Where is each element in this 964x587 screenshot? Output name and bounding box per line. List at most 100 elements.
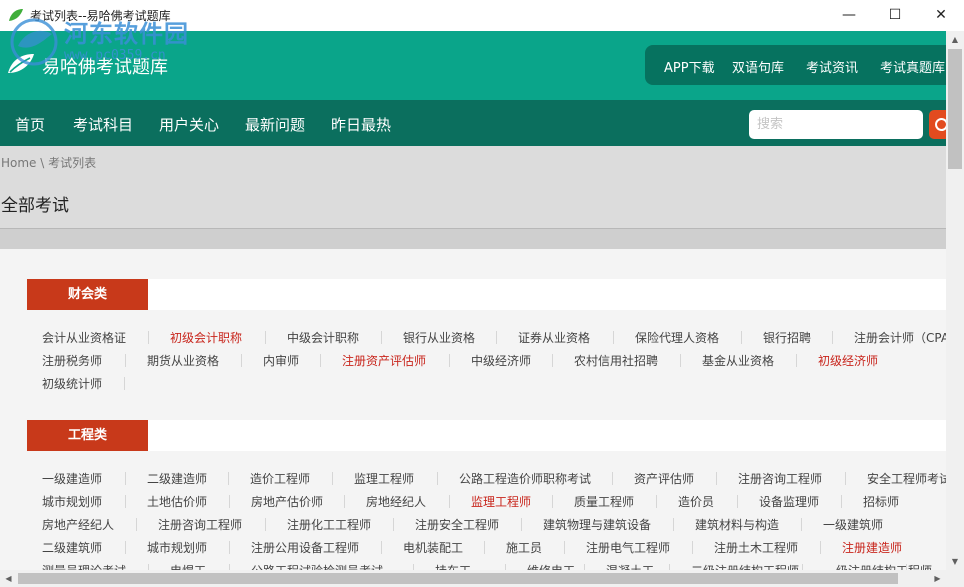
horizontal-scrollbar[interactable]: ◀ ▶ — [0, 570, 946, 587]
search-input[interactable] — [749, 110, 923, 139]
exam-link[interactable]: 公路工程造价师职称考试 — [459, 470, 591, 487]
nav-subjects[interactable]: 考试科目 — [73, 114, 133, 135]
exam-separator — [228, 472, 229, 485]
exam-link[interactable]: 监理工程师 — [354, 470, 414, 487]
exam-separator — [125, 541, 126, 554]
close-button[interactable]: ✕ — [918, 0, 964, 31]
exam-link[interactable]: 施工员 — [506, 539, 542, 556]
exam-link[interactable]: 注册化工工程师 — [287, 516, 371, 533]
exam-link[interactable]: 注册土木工程师 — [714, 539, 798, 556]
exam-separator — [832, 331, 833, 344]
exam-link[interactable]: 二级建筑师 — [42, 539, 102, 556]
exam-link[interactable]: 房地经纪人 — [366, 493, 426, 510]
exam-link[interactable]: 建筑物理与建筑设备 — [543, 516, 651, 533]
exam-list: 财会类会计从业资格证 初级会计职称 中级会计职称 银行从业资格 证券从业资格 保险代理人资… — [0, 249, 946, 587]
exam-separator — [381, 331, 382, 344]
maximize-button[interactable]: ☐ — [872, 0, 918, 31]
nav-latest-questions[interactable]: 最新问题 — [245, 114, 305, 135]
exam-link[interactable]: 造价员 — [678, 493, 714, 510]
exam-link[interactable]: 期货从业资格 — [147, 352, 219, 369]
exam-link[interactable]: 一级建造师 — [42, 470, 102, 487]
category-label: 工程类 — [27, 420, 148, 451]
exam-link[interactable]: 注册电气工程师 — [586, 539, 670, 556]
exam-link[interactable]: 注册咨询工程师 — [738, 470, 822, 487]
exam-separator — [521, 518, 522, 531]
exam-link[interactable]: 初级统计师 — [42, 375, 102, 392]
nav-yesterday-hot[interactable]: 昨日最热 — [331, 114, 391, 135]
scrollbar-thumb[interactable] — [948, 49, 962, 169]
scrollbar-corner — [946, 570, 964, 587]
vertical-scrollbar[interactable]: ▲ ▼ — [946, 31, 964, 587]
exam-link[interactable]: 证券从业资格 — [518, 329, 590, 346]
exam-link[interactable]: 注册建造师 — [842, 539, 902, 556]
exam-link[interactable]: 注册公用设备工程师 — [251, 539, 359, 556]
exam-link[interactable]: 保险代理人资格 — [635, 329, 719, 346]
nav-user-concerns[interactable]: 用户关心 — [159, 114, 219, 135]
exam-link[interactable]: 房地产经纪人 — [42, 516, 114, 533]
exam-link[interactable]: 初级经济师 — [818, 352, 878, 369]
exam-link[interactable]: 安全工程师考试 — [867, 470, 946, 487]
exam-link[interactable]: 注册安全工程师 — [415, 516, 499, 533]
exam-separator — [124, 377, 125, 390]
top-link-bilingual[interactable]: 双语句库 — [732, 57, 784, 76]
exam-separator — [332, 472, 333, 485]
exam-link[interactable]: 资产评估师 — [634, 470, 694, 487]
main-nav: 首页 考试科目 用户关心 最新问题 昨日最热 — [0, 100, 946, 146]
exam-separator — [680, 354, 681, 367]
exam-link[interactable]: 注册税务师 — [42, 352, 102, 369]
exam-separator — [265, 518, 266, 531]
site-name[interactable]: 易哈佛考试题库 — [42, 53, 168, 79]
hscrollbar-thumb[interactable] — [18, 573, 898, 584]
category-label: 财会类 — [27, 279, 148, 310]
exam-link[interactable]: 设备监理师 — [759, 493, 819, 510]
exam-link[interactable]: 招标师 — [863, 493, 899, 510]
exam-link[interactable]: 内审师 — [263, 352, 299, 369]
exam-link[interactable]: 城市规划师 — [42, 493, 102, 510]
exam-row: 一级建造师 二级建造师 造价工程师 监理工程师 公路工程造价师职称考试 资产评估师 注册咨询… — [42, 470, 946, 490]
exam-link[interactable]: 建筑材料与构造 — [695, 516, 779, 533]
exam-link[interactable]: 会计从业资格证 — [42, 329, 126, 346]
exam-link[interactable]: 房地产估价师 — [251, 493, 323, 510]
top-link-app-download[interactable]: APP下载 — [664, 57, 715, 76]
app-leaf-icon — [9, 9, 23, 21]
exam-link[interactable]: 土地估价师 — [147, 493, 207, 510]
exam-link[interactable]: 质量工程师 — [574, 493, 634, 510]
exam-link[interactable]: 注册会计师（CPA） — [854, 329, 946, 346]
site-logo-icon[interactable] — [6, 51, 36, 77]
exam-link[interactable]: 中级会计职称 — [287, 329, 359, 346]
scroll-up-arrow-icon[interactable]: ▲ — [946, 31, 964, 48]
search-button[interactable] — [929, 110, 946, 139]
nav-home[interactable]: 首页 — [15, 114, 45, 135]
exam-separator — [796, 354, 797, 367]
exam-link[interactable]: 造价工程师 — [250, 470, 310, 487]
exam-link[interactable]: 中级经济师 — [471, 352, 531, 369]
scroll-right-arrow-icon[interactable]: ▶ — [929, 570, 946, 587]
exam-link[interactable]: 农村信用社招聘 — [574, 352, 658, 369]
exam-separator — [484, 541, 485, 554]
exam-link[interactable]: 注册咨询工程师 — [158, 516, 242, 533]
top-link-real-exams[interactable]: 考试真题库 — [880, 57, 945, 76]
exam-link[interactable]: 二级建造师 — [147, 470, 207, 487]
exam-link[interactable]: 城市规划师 — [147, 539, 207, 556]
exam-separator — [148, 331, 149, 344]
exam-separator — [552, 354, 553, 367]
exam-separator — [136, 518, 137, 531]
minimize-button[interactable]: — — [826, 0, 872, 31]
exam-link[interactable]: 监理工程师 — [471, 493, 531, 510]
exam-row: 二级建筑师 城市规划师 注册公用设备工程师 电机装配工 施工员 注册电气工程师 注册土木工程… — [42, 539, 946, 559]
exam-link[interactable]: 银行招聘 — [763, 329, 811, 346]
exam-separator — [741, 331, 742, 344]
exam-row: 房地产经纪人 注册咨询工程师 注册化工工程师 注册安全工程师 建筑物理与建筑设备 建筑材料… — [42, 516, 946, 536]
exam-link[interactable]: 电机装配工 — [403, 539, 463, 556]
exam-link[interactable]: 基金从业资格 — [702, 352, 774, 369]
exam-link[interactable]: 注册资产评估师 — [342, 352, 426, 369]
exam-link[interactable]: 初级会计职称 — [170, 329, 242, 346]
scroll-left-arrow-icon[interactable]: ◀ — [0, 570, 17, 587]
breadcrumb[interactable]: Home \ 考试列表 — [1, 154, 96, 171]
exam-link[interactable]: 银行从业资格 — [403, 329, 475, 346]
window-title-bar: 考试列表--易哈佛考试题库 — ☐ ✕ — [0, 0, 964, 31]
top-link-exam-news[interactable]: 考试资讯 — [806, 57, 858, 76]
exam-separator — [820, 541, 821, 554]
exam-link[interactable]: 一级建筑师 — [823, 516, 883, 533]
scroll-down-arrow-icon[interactable]: ▼ — [946, 553, 964, 570]
